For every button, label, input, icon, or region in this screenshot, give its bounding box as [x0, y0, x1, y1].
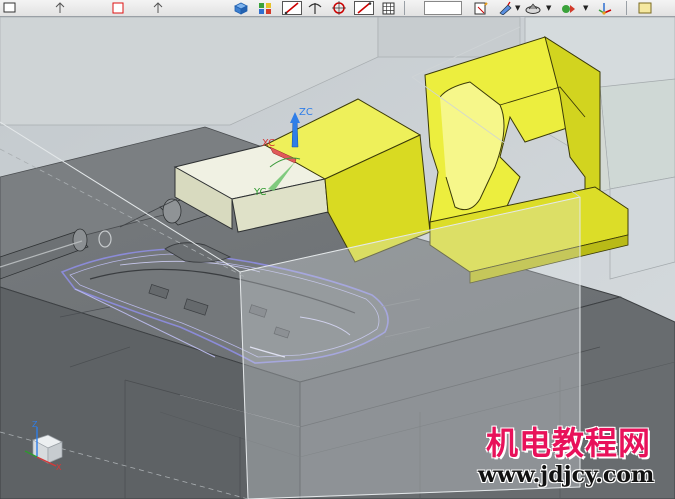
toolbar: ▼ ▼ ▼ — [0, 0, 675, 17]
toolbar-button-1[interactable] — [2, 1, 18, 15]
yc-label: YC — [253, 187, 267, 198]
toolbar-edit-button[interactable] — [497, 1, 515, 15]
arrow-icon — [55, 2, 65, 13]
watermark-url: www.jdjcy.com — [478, 462, 655, 488]
note-icon — [638, 2, 652, 14]
toolbar-grid-button[interactable] — [380, 1, 398, 15]
watermark-title: 机电教程网 — [486, 424, 652, 462]
trim-icon — [308, 3, 322, 14]
toolbar-snap-button[interactable] — [256, 1, 274, 15]
snap-icon — [259, 3, 271, 14]
arrow-icon — [153, 2, 163, 13]
line-icon — [357, 2, 372, 14]
chevron-down-icon[interactable]: ▼ — [583, 5, 588, 12]
triad-z-label: Z — [32, 420, 38, 429]
toolbar-line-button-2[interactable] — [354, 1, 374, 15]
toolbar-button-3[interactable] — [110, 1, 126, 15]
toolbar-note-button[interactable] — [636, 1, 654, 15]
toolbar-trim-button[interactable] — [306, 1, 326, 15]
toolbar-button-4[interactable] — [150, 1, 166, 15]
edit-icon — [499, 1, 512, 15]
toolbar-wcs-button[interactable] — [596, 1, 614, 15]
toolbar-render-button[interactable] — [560, 1, 578, 15]
toolbar-button-2[interactable] — [52, 1, 68, 15]
toolbar-view-button[interactable] — [524, 1, 542, 15]
circle-icon — [332, 1, 346, 15]
toolbar-layer-button[interactable] — [472, 1, 490, 15]
chevron-down-icon[interactable]: ▼ — [515, 5, 520, 12]
zc-label: ZC — [299, 107, 313, 118]
dropdown-icon — [3, 2, 16, 13]
chevron-down-icon[interactable]: ▼ — [546, 5, 551, 12]
red-square-icon — [112, 2, 124, 14]
wcs-icon — [598, 3, 612, 15]
toolbar-line-button[interactable] — [282, 1, 302, 15]
toolbar-box-button[interactable] — [232, 1, 250, 15]
grid-icon — [382, 2, 395, 15]
xc-label: XC — [262, 138, 275, 149]
view-icon — [525, 3, 541, 14]
triad-x-label: X — [56, 463, 62, 472]
toolbar-selection-box[interactable] — [424, 1, 462, 15]
box-icon — [234, 2, 248, 15]
layer-icon — [474, 2, 488, 15]
render-icon — [562, 5, 575, 13]
line-icon — [284, 2, 299, 14]
toolbar-circle-button[interactable] — [330, 1, 350, 15]
